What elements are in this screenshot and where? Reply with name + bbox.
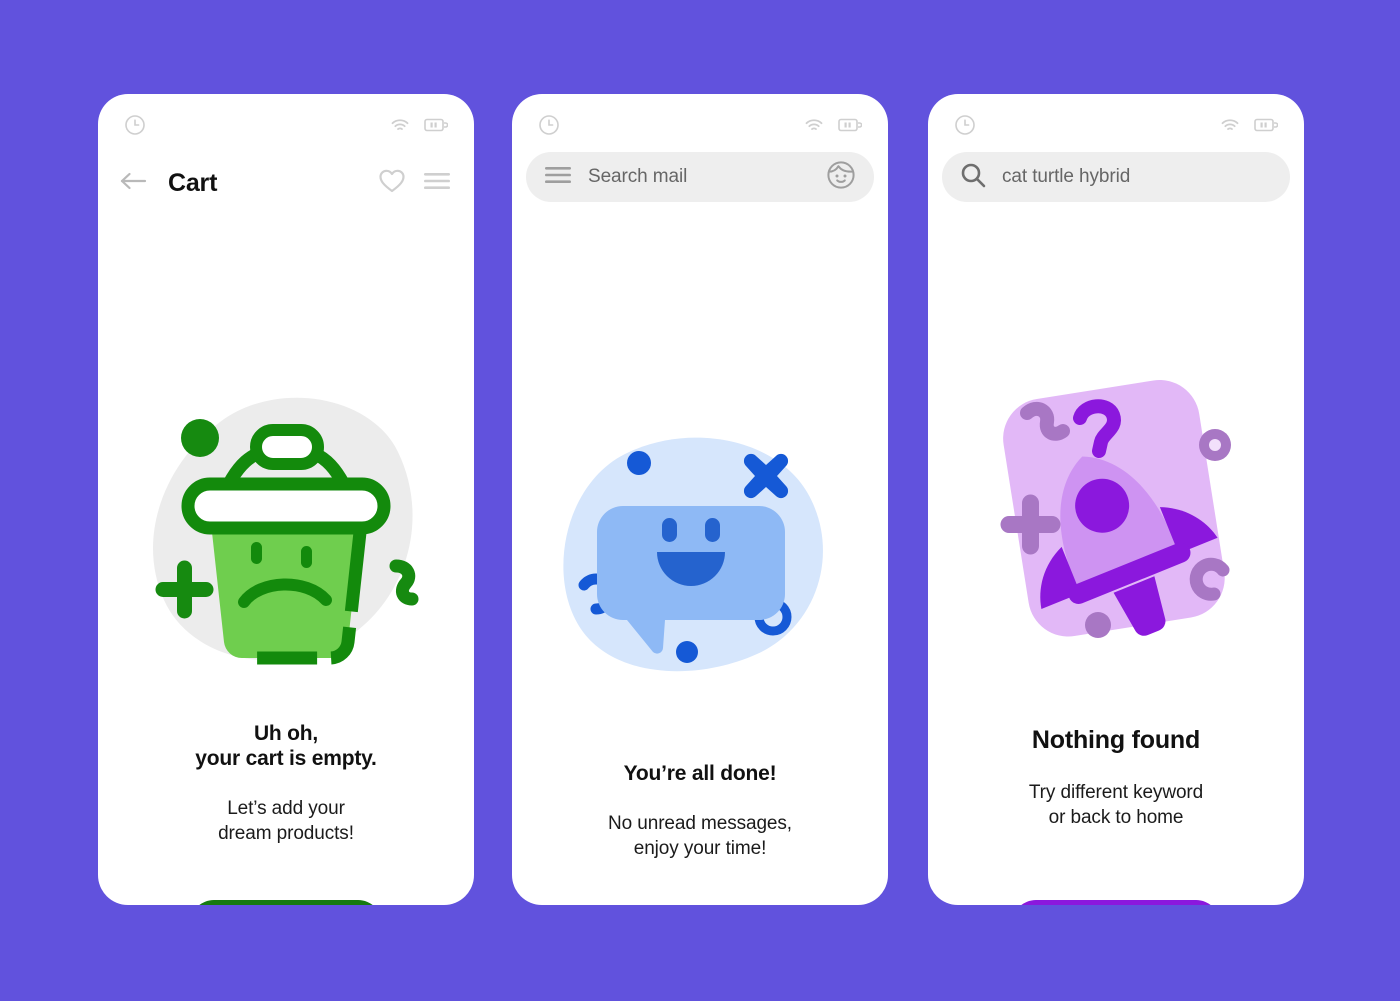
wifi-icon — [390, 117, 410, 133]
mail-headline: You’re all done! — [623, 762, 777, 785]
hamburger-menu-icon[interactable] — [422, 170, 452, 197]
cart-cta-wrap: Start shopping — [98, 900, 474, 905]
cart-app-bar: Cart — [98, 154, 474, 212]
clock-icon — [124, 114, 146, 136]
all-done-chat-illustration — [512, 430, 888, 686]
status-bar — [512, 94, 888, 156]
cart-app-bar-actions — [378, 168, 452, 199]
mail-search-placeholder[interactable]: Search mail — [588, 166, 810, 188]
empty-basket-illustration — [98, 374, 474, 674]
cart-headline: Uh oh, your cart is empty. — [124, 722, 448, 772]
search-subcopy-line2: or back to home — [1048, 806, 1184, 828]
wifi-icon — [804, 117, 824, 133]
status-bar — [928, 94, 1304, 156]
clock-icon — [538, 114, 560, 136]
phone-screen-mail: Search mail You’re all done! No unread m… — [512, 94, 888, 905]
mail-search-bar[interactable]: Search mail — [526, 152, 874, 202]
search-headline: Nothing found — [1031, 726, 1201, 754]
search-copy-block: Nothing found Try different keyword or b… — [928, 726, 1304, 830]
battery-icon — [838, 117, 862, 133]
search-subcopy: Try different keyword or back to home — [954, 780, 1278, 830]
hamburger-menu-icon[interactable] — [544, 165, 572, 190]
heart-icon[interactable] — [378, 168, 406, 199]
cart-headline-line2: your cart is empty. — [195, 746, 377, 770]
cart-subcopy: Let’s add your dream products! — [124, 796, 448, 846]
search-bar[interactable]: cat turtle hybrid — [942, 152, 1290, 202]
start-shopping-button[interactable]: Start shopping — [190, 900, 382, 905]
nothing-found-rocket-illustration — [928, 370, 1304, 660]
cart-headline-line1: Uh oh, — [253, 722, 319, 745]
search-query-text[interactable]: cat turtle hybrid — [1002, 166, 1272, 188]
clock-icon — [954, 114, 976, 136]
status-bar — [98, 94, 474, 156]
search-subcopy-line1: Try different keyword — [1028, 781, 1204, 803]
page-title: Cart — [168, 168, 218, 197]
app-mockup-stage: Cart Uh oh, your cart is empty. Let’s ad… — [0, 0, 1400, 1001]
status-indicators — [1220, 117, 1278, 133]
cart-copy-block: Uh oh, your cart is empty. Let’s add you… — [98, 722, 474, 846]
battery-icon — [1254, 117, 1278, 133]
go-to-homepage-button[interactable]: Go to homepage — [1012, 900, 1220, 905]
mail-subcopy: No unread messages, enjoy your time! — [538, 811, 862, 861]
phone-screen-cart: Cart Uh oh, your cart is empty. Let’s ad… — [98, 94, 474, 905]
user-avatar-icon[interactable] — [826, 160, 856, 195]
search-icon[interactable] — [960, 162, 986, 193]
status-indicators — [804, 117, 862, 133]
search-cta-wrap: Go to homepage — [928, 900, 1304, 905]
cart-subcopy-line1: Let’s add your — [227, 797, 345, 819]
status-indicators — [390, 117, 448, 133]
cart-subcopy-line2: dream products! — [218, 822, 354, 844]
phone-screen-search: cat turtle hybrid Nothing found Try diff… — [928, 94, 1304, 905]
mail-subcopy-line2: enjoy your time! — [633, 837, 767, 859]
battery-icon — [424, 117, 448, 133]
wifi-icon — [1220, 117, 1240, 133]
back-arrow-icon[interactable] — [118, 169, 148, 198]
mail-copy-block: You’re all done! No unread messages, enj… — [512, 762, 888, 861]
mail-subcopy-line1: No unread messages, — [608, 812, 792, 834]
